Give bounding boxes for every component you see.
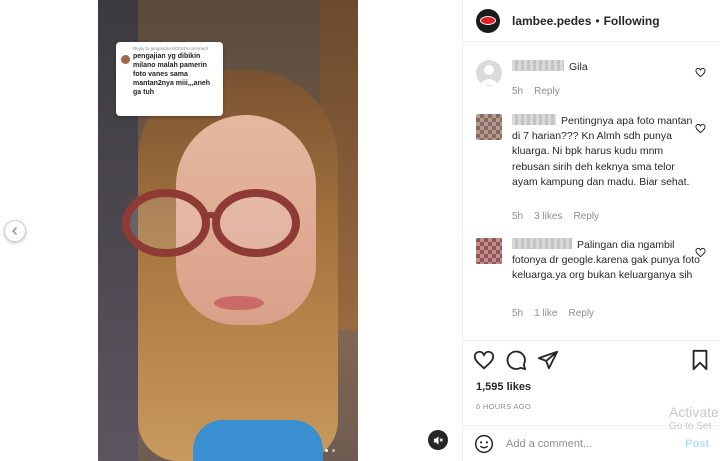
following-button[interactable]: Following [604, 14, 660, 28]
comment-reply-button[interactable]: Reply [534, 86, 560, 97]
emoji-icon[interactable] [474, 434, 494, 454]
carousel-dot-active [325, 449, 328, 452]
reply-card-reply-to: Reply to jangandicori0234's comment [133, 46, 208, 51]
comment-item: Gila 5h Reply [476, 60, 706, 100]
add-comment-bar: Post [463, 425, 720, 461]
likes-count[interactable]: 1,595 likes [476, 381, 531, 393]
post-video[interactable]: Reply to jangandicori0234's comment peng… [98, 0, 358, 461]
default-user-icon [479, 65, 499, 85]
blurred-username[interactable] [512, 114, 556, 125]
blurred-username[interactable] [512, 238, 572, 249]
bookmark-icon[interactable] [689, 349, 711, 371]
comment-item: Pentingnya apa foto mantan di 7 harian??… [476, 114, 706, 234]
post-header: lambee.pedes • Following [463, 0, 720, 42]
comments-list: Gila 5h Reply Pentingnya apa foto mantan… [463, 42, 720, 340]
share-icon[interactable] [537, 349, 559, 371]
blurred-username[interactable] [512, 60, 564, 71]
post-side-panel: lambee.pedes • Following Gila 5h Reply P… [462, 0, 720, 461]
post-comment-button[interactable]: Post [685, 438, 709, 450]
heart-icon[interactable] [473, 349, 495, 371]
speaker-muted-icon [433, 435, 443, 445]
video-person-lips [214, 296, 264, 310]
comment-icon[interactable] [505, 349, 527, 371]
comment-text: Pentingnya apa foto mantan di 7 harian??… [512, 115, 693, 188]
chevron-left-icon [12, 227, 17, 235]
comment-time[interactable]: 5h [512, 211, 523, 222]
carousel-dots [325, 449, 335, 452]
previous-post-button[interactable] [4, 220, 26, 242]
heart-icon[interactable] [695, 67, 706, 78]
post-actions: 1,595 likes 6 HOURS AGO Post [463, 340, 720, 460]
heart-icon[interactable] [695, 247, 706, 258]
account-username[interactable]: lambee.pedes [512, 14, 591, 28]
video-reply-card: Reply to jangandicori0234's comment peng… [116, 42, 223, 116]
carousel-dot [332, 449, 335, 452]
header-separator: • [595, 13, 600, 28]
comment-reply-button[interactable]: Reply [568, 308, 594, 319]
comment-avatar[interactable] [476, 238, 502, 264]
mute-button[interactable] [428, 430, 448, 450]
reply-card-text: pengajian yg dibikin milano malah pameri… [133, 53, 211, 96]
comment-time[interactable]: 5h [512, 86, 523, 97]
video-person-glasses [122, 189, 300, 257]
comment-avatar[interactable] [476, 60, 502, 86]
reply-card-avatar [121, 55, 130, 64]
comment-likes[interactable]: 1 like [534, 308, 557, 319]
post-timestamp: 6 HOURS AGO [476, 402, 531, 411]
video-person-shirt [193, 420, 323, 461]
comment-avatar[interactable] [476, 114, 502, 140]
comment-reply-button[interactable]: Reply [573, 211, 599, 222]
comment-likes[interactable]: 3 likes [534, 211, 562, 222]
add-comment-input[interactable] [506, 434, 656, 454]
account-avatar[interactable] [476, 8, 500, 33]
heart-icon[interactable] [695, 123, 706, 134]
comment-item: Palingan dia ngambil fotonya dr geogle.k… [476, 238, 706, 328]
media-area: Reply to jangandicori0234's comment peng… [0, 0, 462, 461]
comment-time[interactable]: 5h [512, 308, 523, 319]
comment-text: Gila [569, 61, 588, 73]
brand-lips-logo [480, 16, 496, 25]
